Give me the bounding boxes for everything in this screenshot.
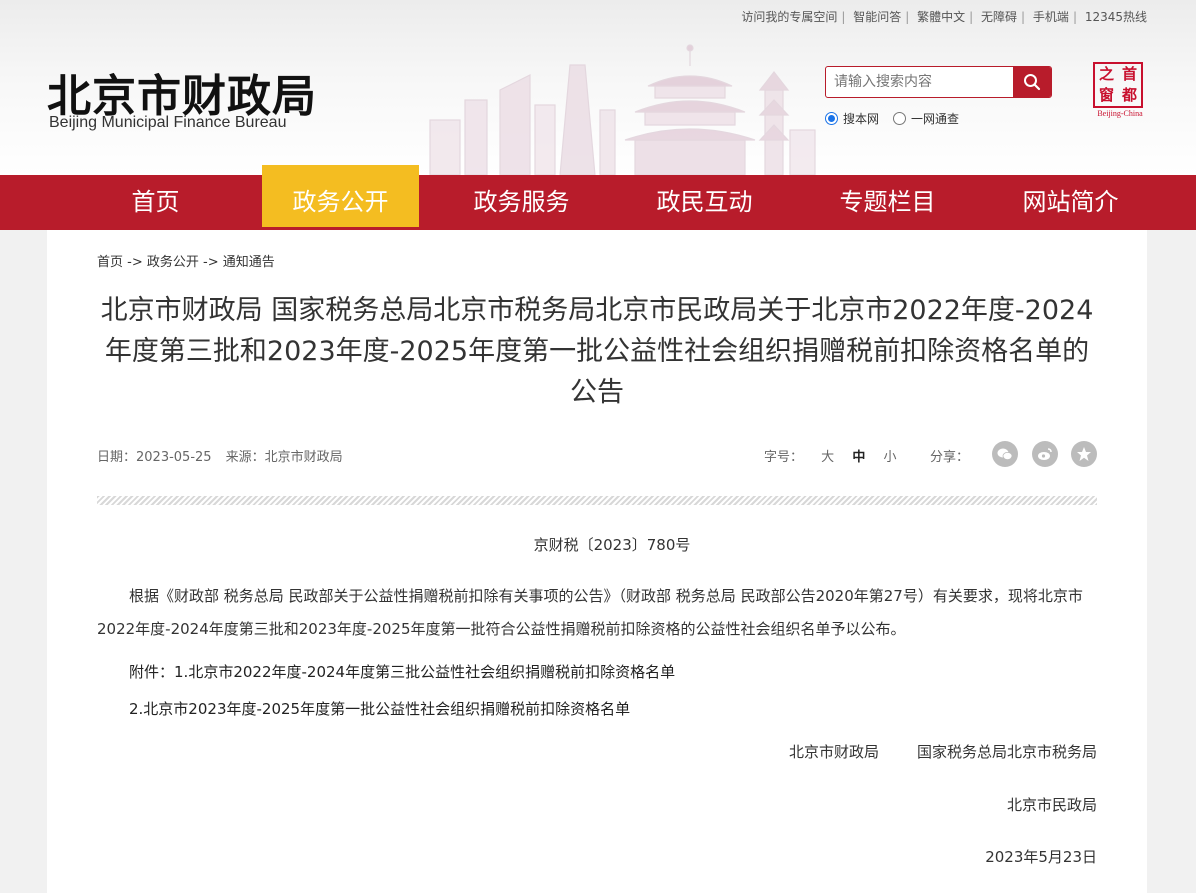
- search-scope: 搜本网 一网通查: [825, 110, 973, 127]
- article-body: 根据《财政部 税务总局 民政部关于公益性捐赠税前扣除有关事项的公告》（财政部 税…: [97, 587, 1083, 638]
- signer-tax-bureau: 国家税务总局北京市税务局: [916, 743, 1097, 761]
- article-source: 北京市财政局: [264, 450, 343, 465]
- sign-date: 2023年5月23日: [985, 848, 1097, 866]
- breadcrumb-separator: ->: [203, 255, 223, 270]
- breadcrumb-government-affairs[interactable]: 政务公开: [147, 255, 199, 270]
- breadcrumb-notices[interactable]: 通知通告: [223, 255, 275, 270]
- article-meta: 日期：2023-05-25 来源：北京市财政局: [97, 446, 343, 465]
- top-links: 访问我的专属空间 | 智能问答 | 繁體中文 | 无障碍 | 手机端 | 12345热线: [741, 10, 1147, 24]
- seal-en-label: Beijing-China: [1097, 109, 1143, 118]
- font-size-label: 字号：: [764, 450, 804, 465]
- search-input[interactable]: [826, 67, 1014, 97]
- search-scope-site[interactable]: 搜本网: [825, 110, 879, 127]
- nav-interaction[interactable]: 政民互动: [626, 175, 783, 230]
- top-link-personal-space[interactable]: 访问我的专属空间: [741, 10, 837, 24]
- top-link-traditional-chinese[interactable]: 繁體中文: [917, 10, 965, 24]
- seal-char: 首: [1121, 65, 1137, 83]
- weibo-icon[interactable]: [1032, 441, 1058, 467]
- capital-window-seal[interactable]: 之 首 窗 都 Beijing-China: [1093, 62, 1147, 118]
- font-size-small[interactable]: 小: [883, 450, 896, 465]
- signer-civil-affairs-bureau: 北京市民政局: [1006, 796, 1097, 814]
- attachment-1: 附件：1.北京市2022年度-2024年度第三批公益性社会组织捐赠税前扣除资格名…: [129, 661, 675, 682]
- font-size-control: 字号： 大 中 小: [764, 446, 896, 465]
- attachment-link-1[interactable]: 1.北京市2022年度-2024年度第三批公益性社会组织捐赠税前扣除资格名单: [174, 663, 675, 681]
- seal-logo-icon: 之 首 窗 都: [1093, 62, 1143, 108]
- radio-selected-icon[interactable]: [825, 112, 838, 125]
- font-size-large[interactable]: 大: [821, 450, 834, 465]
- attachment-link-2[interactable]: 2.北京市2023年度-2025年度第一批公益性社会组织捐赠税前扣除资格名单: [129, 700, 630, 718]
- date-label: 日期：: [97, 450, 137, 465]
- top-link-accessibility[interactable]: 无障碍: [981, 10, 1017, 24]
- top-link-smart-qa[interactable]: 智能问答: [853, 10, 901, 24]
- article-container: 首页 -> 政务公开 -> 通知通告 北京市财政局 国家税务总局北京市税务局北京…: [47, 230, 1147, 893]
- radio-icon[interactable]: [893, 112, 907, 125]
- site-header: 访问我的专属空间 | 智能问答 | 繁體中文 | 无障碍 | 手机端 | 12345热线 …: [0, 0, 1196, 175]
- share-label: 分享：: [930, 450, 970, 465]
- signer-finance-bureau: 北京市财政局: [788, 743, 879, 761]
- font-size-medium[interactable]: 中: [852, 450, 865, 465]
- attachment-2: 2.北京市2023年度-2025年度第一批公益性社会组织捐赠税前扣除资格名单: [129, 698, 630, 719]
- nav-about[interactable]: 网站简介: [992, 175, 1149, 230]
- site-logo-en[interactable]: Beijing Municipal Finance Bureau: [49, 114, 286, 132]
- breadcrumb: 首页 -> 政务公开 -> 通知通告: [97, 251, 275, 270]
- nav-services[interactable]: 政务服务: [443, 175, 600, 230]
- search-box: [825, 66, 1052, 98]
- signer-line-1: 北京市财政局 国家税务总局北京市税务局: [789, 741, 1097, 762]
- breadcrumb-home[interactable]: 首页: [97, 255, 123, 270]
- nav-topics[interactable]: 专题栏目: [809, 175, 966, 230]
- attachment-label: 附件：: [129, 663, 175, 681]
- top-link-hotline[interactable]: 12345热线: [1085, 10, 1147, 24]
- wechat-icon[interactable]: [992, 441, 1018, 467]
- source-label: 来源：: [225, 450, 265, 465]
- favorite-icon[interactable]: [1071, 441, 1097, 467]
- main-nav: 首页 政务公开 政务服务 政民互动 专题栏目 网站简介: [0, 165, 1196, 230]
- nav-home[interactable]: 首页: [77, 175, 234, 230]
- seal-char: 之: [1098, 65, 1114, 83]
- skyline-illustration: [429, 44, 816, 175]
- search-button[interactable]: [1013, 67, 1051, 97]
- search-scope-all[interactable]: 一网通查: [893, 110, 959, 127]
- nav-government-affairs[interactable]: 政务公开: [262, 165, 419, 227]
- document-number: 京财税〔2023〕780号: [533, 536, 691, 554]
- seal-char: 窗: [1098, 86, 1114, 104]
- search-scope-all-label: 一网通查: [911, 112, 960, 126]
- article-title: 北京市财政局 国家税务总局北京市税务局北京市民政局关于北京市2022年度-202…: [100, 295, 1094, 408]
- search-scope-site-label: 搜本网: [843, 112, 880, 126]
- top-link-mobile[interactable]: 手机端: [1033, 10, 1069, 24]
- breadcrumb-separator: ->: [127, 255, 147, 270]
- seal-char: 都: [1121, 86, 1137, 104]
- title-divider: [97, 496, 1097, 505]
- search-icon: [1024, 74, 1041, 91]
- article-date: 2023-05-25: [136, 450, 212, 465]
